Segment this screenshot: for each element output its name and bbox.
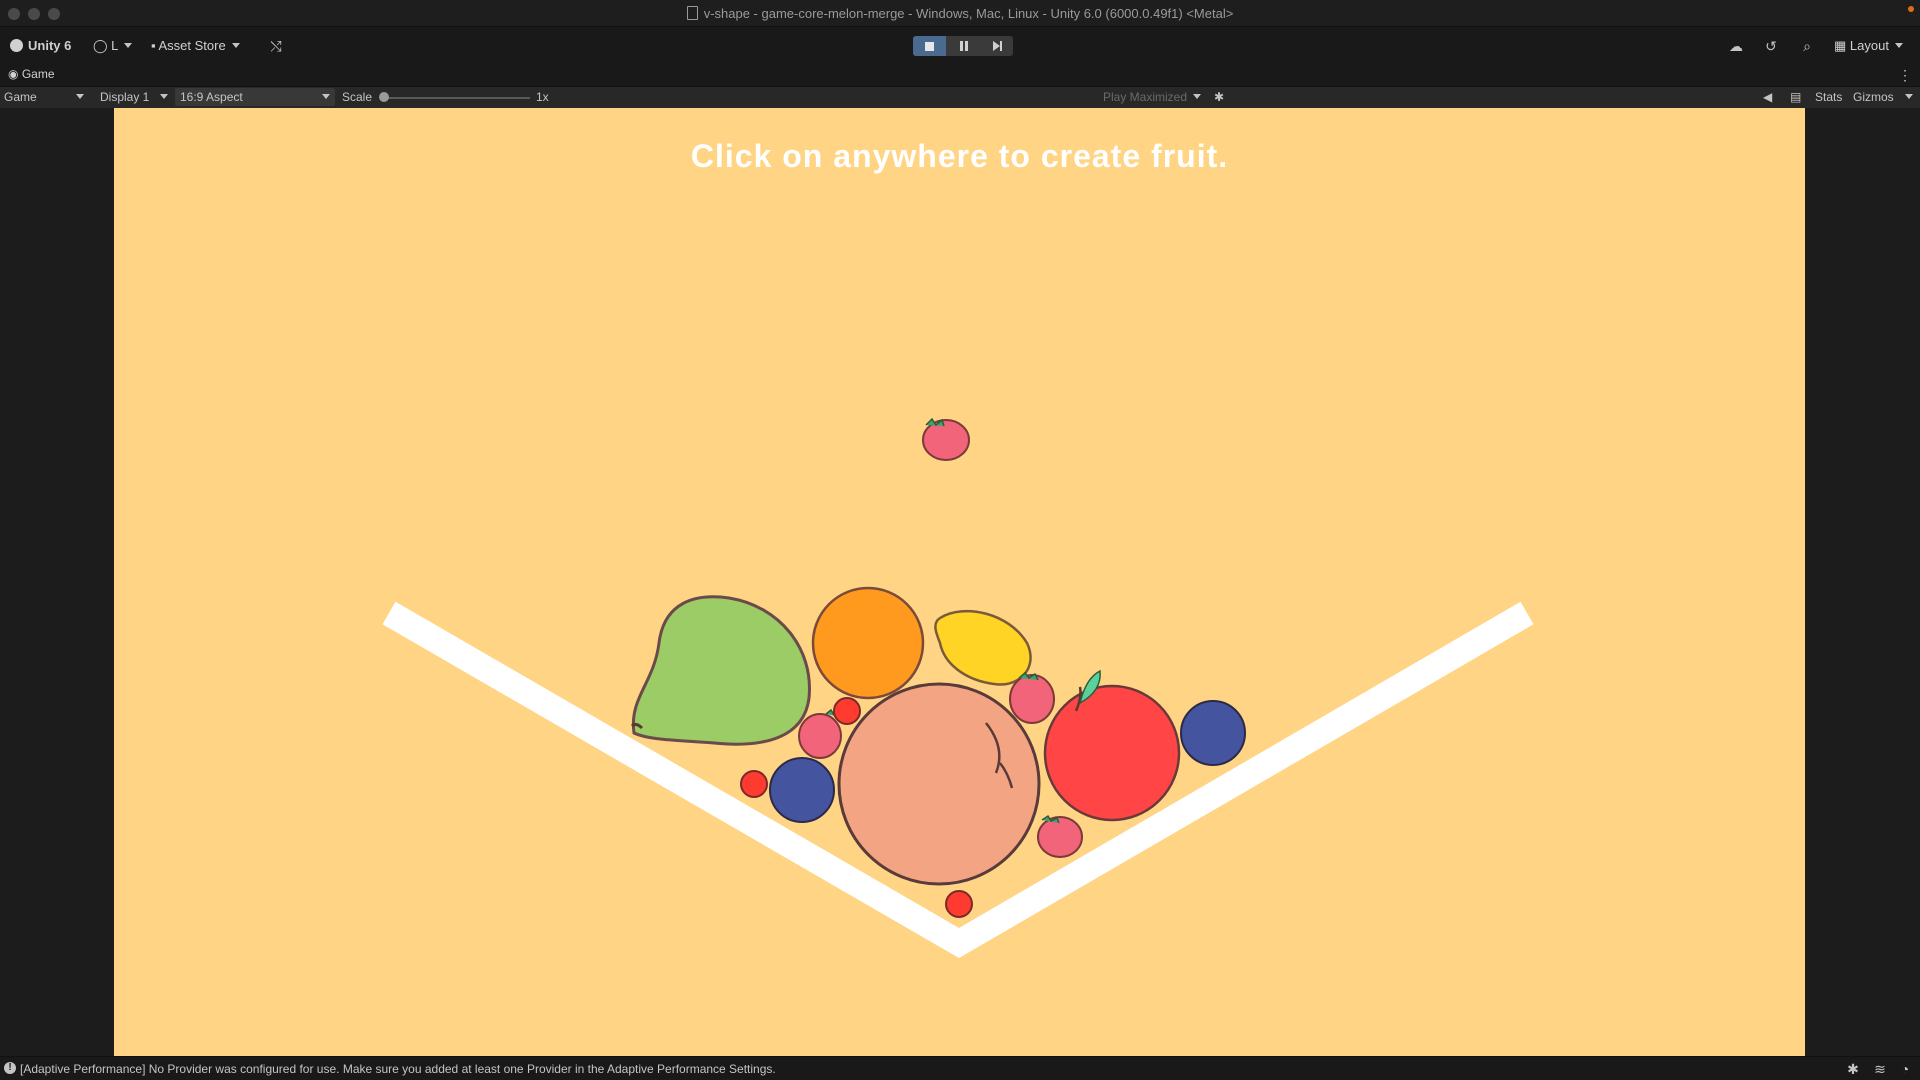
main-toolbar: Unity 6 ◯ L ▪ Asset Store ⤭ ☁ ↺ ⌕ ▦ Layo… bbox=[0, 27, 1920, 64]
tab-row: ◉ Game ⋮ bbox=[0, 64, 1920, 86]
bug-icon[interactable]: ✱ bbox=[1214, 90, 1224, 104]
account-button[interactable]: ◯ L bbox=[93, 36, 133, 56]
chevron-down-icon bbox=[76, 90, 84, 104]
search-icon[interactable]: ⌕ bbox=[1797, 36, 1817, 56]
version-control-icon[interactable]: ⤭ bbox=[266, 36, 286, 56]
unity-menu-button[interactable]: Unity 6 bbox=[10, 36, 71, 56]
progress-icon[interactable]: ◔ bbox=[1895, 1059, 1915, 1079]
scale-label: Scale bbox=[342, 90, 373, 104]
layout-label: Layout bbox=[1849, 38, 1889, 53]
peach bbox=[837, 682, 1041, 886]
window-title-container: v-shape - game-core-melon-merge - Window… bbox=[0, 6, 1920, 21]
gizmos-label: Gizmos bbox=[1853, 90, 1894, 104]
display-select[interactable]: Display 1 bbox=[100, 90, 149, 104]
status-bar: ! [Adaptive Performance] No Provider was… bbox=[0, 1056, 1920, 1080]
apple bbox=[1043, 669, 1181, 822]
notification-dot-icon bbox=[1908, 6, 1914, 12]
info-icon: ! bbox=[4, 1062, 16, 1074]
game-view-toolbar: Game Display 1 16:9 Aspect Scale 1x Play… bbox=[0, 86, 1920, 108]
aspect-select-label: 16:9 Aspect bbox=[180, 90, 243, 104]
layers-icon[interactable]: ≋ bbox=[1870, 1059, 1890, 1079]
stats-button[interactable]: Stats bbox=[1815, 90, 1842, 104]
gamepad-icon: ◉ bbox=[8, 67, 22, 81]
lemon bbox=[934, 609, 1032, 686]
asset-store-button[interactable]: ▪ Asset Store bbox=[151, 36, 240, 56]
scale-slider-handle[interactable] bbox=[379, 92, 389, 102]
asset-store-label: Asset Store bbox=[158, 38, 226, 53]
unity-label: Unity 6 bbox=[28, 38, 72, 53]
play-mode-label: Play Maximized bbox=[1103, 90, 1188, 104]
window-title: v-shape - game-core-melon-merge - Window… bbox=[703, 6, 1234, 21]
document-icon bbox=[686, 6, 698, 20]
play-controls bbox=[913, 36, 1013, 56]
tab-game-label: Game bbox=[21, 67, 55, 81]
instruction-text: Click on anywhere to create fruit. bbox=[690, 138, 1229, 174]
chevron-down-icon bbox=[124, 43, 133, 48]
blueberry bbox=[769, 757, 835, 823]
stop-button[interactable] bbox=[913, 36, 946, 56]
pause-button[interactable] bbox=[947, 36, 980, 56]
chevron-down-icon[interactable] bbox=[1905, 90, 1913, 104]
chevron-down-icon bbox=[322, 90, 330, 104]
window-titlebar: v-shape - game-core-melon-merge - Window… bbox=[0, 0, 1920, 27]
debug-icon[interactable]: ✱ bbox=[1843, 1059, 1863, 1079]
play-mode-select[interactable]: Play Maximized bbox=[1103, 90, 1202, 104]
cloud-icon[interactable]: ☁ bbox=[1726, 36, 1746, 56]
game-scene[interactable] bbox=[114, 108, 1805, 1056]
step-button[interactable] bbox=[980, 36, 1013, 56]
chevron-down-icon bbox=[1193, 94, 1202, 99]
game-canvas[interactable]: Click on anywhere to create fruit. bbox=[114, 108, 1805, 1056]
view-select-label: Game bbox=[4, 90, 37, 104]
strawberry bbox=[1037, 814, 1083, 858]
orange bbox=[811, 586, 925, 700]
chevron-down-icon bbox=[231, 43, 240, 48]
cherry bbox=[740, 770, 768, 798]
scale-slider[interactable] bbox=[384, 97, 530, 99]
pear bbox=[630, 595, 811, 746]
account-icon: ◯ bbox=[93, 38, 112, 53]
more-options-icon[interactable]: ⋮ bbox=[1895, 65, 1915, 85]
display-select-label: Display 1 bbox=[100, 90, 150, 104]
chevron-down-icon bbox=[1894, 43, 1903, 48]
gizmos-button[interactable]: Gizmos bbox=[1853, 90, 1894, 104]
history-icon[interactable]: ↺ bbox=[1761, 36, 1781, 56]
scale-value: 1x bbox=[536, 90, 549, 104]
layout-icon: ▦ bbox=[1834, 38, 1850, 53]
pause-icon bbox=[959, 41, 968, 51]
step-icon bbox=[993, 41, 1002, 51]
console-message[interactable]: [Adaptive Performance] No Provider was c… bbox=[20, 1062, 776, 1076]
blueberry bbox=[1180, 700, 1246, 766]
account-label: L bbox=[111, 38, 119, 53]
view-select[interactable]: Game bbox=[4, 90, 37, 104]
audio-mute-icon[interactable]: ◀ bbox=[1763, 90, 1772, 104]
cherry bbox=[945, 890, 973, 918]
tab-game[interactable]: ◉ Game bbox=[8, 67, 55, 81]
layout-button[interactable]: ▦ Layout bbox=[1834, 36, 1903, 56]
stop-icon bbox=[925, 41, 934, 51]
strawberry bbox=[1009, 671, 1055, 724]
cherry bbox=[833, 697, 861, 725]
keyboard-icon[interactable]: ▤ bbox=[1790, 90, 1801, 104]
bag-icon: ▪ bbox=[151, 38, 159, 53]
falling-strawberry bbox=[922, 417, 970, 461]
unity-logo-icon bbox=[10, 39, 23, 52]
chevron-down-icon bbox=[160, 90, 168, 104]
